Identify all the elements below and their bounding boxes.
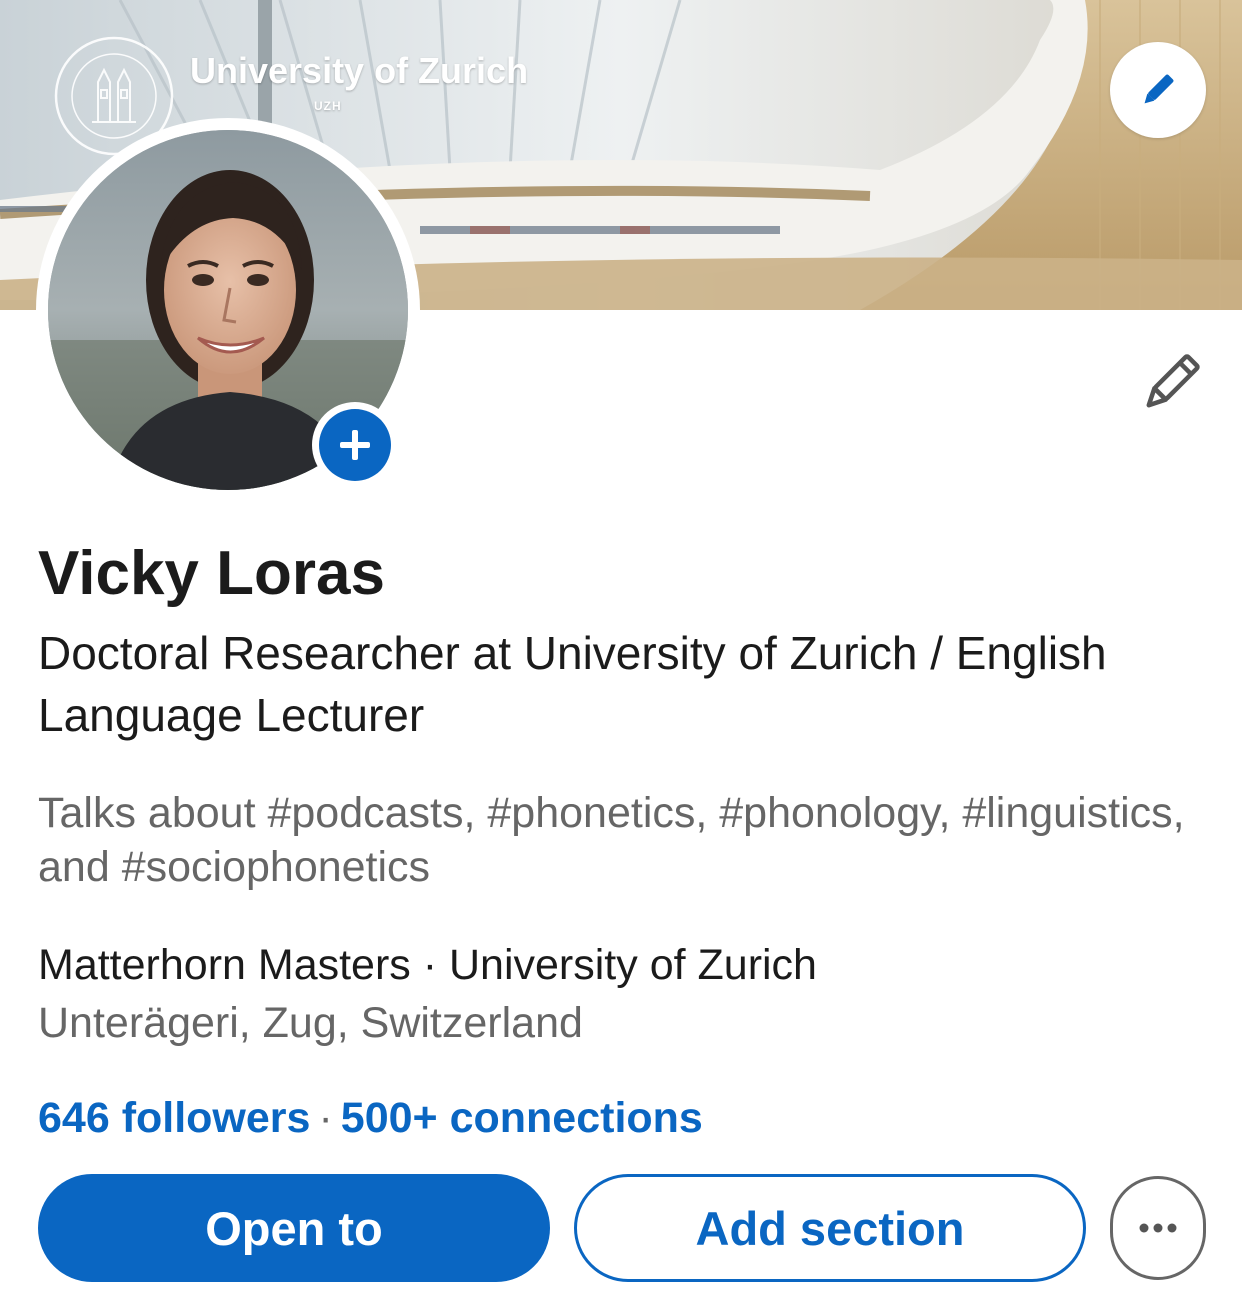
more-options-button[interactable] bbox=[1110, 1176, 1206, 1280]
edit-intro-button[interactable] bbox=[1134, 348, 1206, 420]
profile-location: Unterägeri, Zug, Switzerland bbox=[38, 999, 583, 1047]
company-line: Matterhorn Masters · University of Zuric… bbox=[38, 941, 817, 989]
pencil-icon bbox=[1146, 354, 1200, 408]
university-name: University of Zurich bbox=[190, 50, 529, 91]
network-stats: 646 followers · 500+ connections bbox=[38, 1090, 703, 1146]
pencil-icon bbox=[1144, 74, 1174, 104]
add-photo-button[interactable] bbox=[312, 402, 398, 488]
open-to-label: Open to bbox=[205, 1201, 383, 1255]
add-photo-circle bbox=[319, 409, 391, 481]
profile-name: Vicky Loras bbox=[38, 539, 385, 608]
plus-icon bbox=[340, 430, 370, 460]
add-section-label: Add section bbox=[695, 1201, 965, 1255]
edit-banner-button[interactable] bbox=[1110, 42, 1206, 138]
connections-link[interactable]: 500+ connections bbox=[341, 1094, 703, 1142]
open-to-button[interactable]: Open to bbox=[38, 1174, 550, 1282]
followers-link[interactable]: 646 followers bbox=[38, 1094, 310, 1142]
profile-headline: Doctoral Researcher at University of Zur… bbox=[38, 627, 1107, 741]
university-wordmark: University of Zurich UZH bbox=[190, 50, 529, 112]
talks-about: Talks about #podcasts, #phonetics, #phon… bbox=[38, 789, 1185, 891]
stats-separator: · bbox=[318, 1094, 333, 1142]
uzh-badge: UZH bbox=[314, 99, 342, 113]
ellipsis-icon bbox=[1139, 1223, 1177, 1233]
add-section-button[interactable]: Add section bbox=[574, 1174, 1086, 1282]
